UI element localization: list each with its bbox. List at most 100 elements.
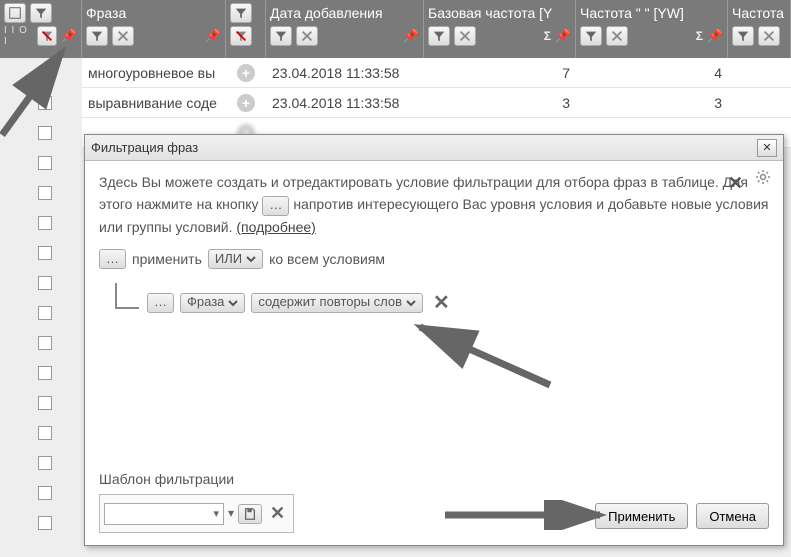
filter-icon[interactable]	[270, 26, 292, 46]
checkbox-row	[0, 238, 82, 268]
cell-add[interactable]: +	[226, 94, 266, 112]
row-checkbox[interactable]	[38, 216, 52, 230]
cell-add[interactable]: +	[226, 64, 266, 82]
checkbox-row	[0, 118, 82, 148]
checkbox-row	[0, 388, 82, 418]
add-condition-button[interactable]: …	[147, 293, 174, 313]
cancel-button[interactable]: Отмена	[696, 503, 769, 529]
col-base-freq[interactable]: Базовая частота [Y Σ 📌	[424, 0, 576, 58]
tree-line	[115, 283, 139, 309]
row-checkbox[interactable]	[38, 486, 52, 500]
row-checkbox[interactable]	[38, 156, 52, 170]
checkbox-row	[0, 58, 82, 88]
filter-icon[interactable]	[580, 26, 602, 46]
checkbox-row	[0, 508, 82, 538]
row-checkbox[interactable]	[38, 66, 52, 80]
apply-button[interactable]: Применить	[595, 503, 688, 529]
clear-filter-icon[interactable]	[454, 26, 476, 46]
row-checkbox[interactable]	[38, 516, 52, 530]
sum-icon[interactable]: Σ	[544, 29, 551, 43]
row-checkbox[interactable]	[38, 126, 52, 140]
row-checkbox[interactable]	[38, 456, 52, 470]
row-checkbox[interactable]	[38, 336, 52, 350]
col-phrase[interactable]: Фраза 📌	[82, 0, 226, 58]
table-row[interactable]: многоуровневое вы+23.04.2018 11:33:5874	[82, 58, 791, 88]
clear-filter-icon[interactable]	[606, 26, 628, 46]
root-condition-row: … применить ИЛИ ко всем условиям	[99, 248, 769, 270]
gear-icon[interactable]	[755, 169, 771, 191]
cell-phrase: выравнивание соде	[82, 95, 226, 111]
pin-icon[interactable]: 📌	[205, 28, 221, 44]
col-date[interactable]: Дата добавления 📌	[266, 0, 424, 58]
close-icon[interactable]: ✕	[728, 169, 743, 198]
apply-word: применить	[132, 248, 202, 270]
col-label: Частота	[732, 5, 784, 21]
pin-icon[interactable]: 📌	[403, 28, 419, 44]
delete-condition-icon[interactable]: ✕	[429, 287, 454, 319]
cell-freq-yw: 3	[576, 95, 728, 111]
cell-base-freq: 3	[424, 95, 576, 111]
filter-icon[interactable]	[428, 26, 450, 46]
plus-icon[interactable]: +	[237, 64, 255, 82]
pin-icon[interactable]: 📌	[555, 28, 571, 44]
grid-header: I I O I 📌 Фраза 📌 Дата добавления 📌	[0, 0, 791, 58]
clear-filter-icon[interactable]	[112, 26, 134, 46]
checkbox-row	[0, 448, 82, 478]
cell-base-freq: 7	[424, 65, 576, 81]
template-label: Шаблон фильтрации	[99, 468, 294, 490]
checkbox-row	[0, 208, 82, 238]
checkbox-row	[0, 328, 82, 358]
cell-date: 23.04.2018 11:33:58	[266, 65, 424, 81]
pin-icon[interactable]: 📌	[61, 28, 77, 44]
row-checkbox[interactable]	[38, 186, 52, 200]
table-row[interactable]: выравнивание соде+23.04.2018 11:33:5833	[82, 88, 791, 118]
save-template-icon[interactable]	[238, 504, 262, 524]
template-select[interactable]	[104, 503, 224, 525]
clear-filter-icon[interactable]	[37, 26, 57, 46]
row-checkbox[interactable]	[38, 306, 52, 320]
template-section: Шаблон фильтрации ▾ ✕	[99, 468, 294, 533]
checkbox-row	[0, 418, 82, 448]
checkbox-row	[0, 268, 82, 298]
cell-phrase: многоуровневое вы	[82, 65, 226, 81]
cell-date: 23.04.2018 11:33:58	[266, 95, 424, 111]
checkbox-row	[0, 178, 82, 208]
add-condition-button[interactable]: …	[99, 249, 126, 269]
clear-filter-icon[interactable]	[758, 26, 780, 46]
ellipsis-button[interactable]: …	[262, 196, 289, 216]
clear-filter-icon[interactable]	[296, 26, 318, 46]
logic-op-select[interactable]: ИЛИ	[208, 249, 263, 269]
chevron-down-icon: ▾	[228, 504, 234, 523]
clear-filter-icon[interactable]	[230, 26, 252, 46]
filter-icon[interactable]	[86, 26, 108, 46]
row-checkbox[interactable]	[38, 426, 52, 440]
row-checkbox[interactable]	[38, 246, 52, 260]
checkbox-row	[0, 358, 82, 388]
col-add	[226, 0, 266, 58]
col-label: Частота " " [YW]	[580, 5, 684, 21]
filter-icon[interactable]	[230, 3, 252, 23]
row-checkbox[interactable]	[38, 396, 52, 410]
col-freq-yw[interactable]: Частота " " [YW] Σ 📌	[576, 0, 728, 58]
col-label: Базовая частота [Y	[428, 5, 552, 21]
more-link[interactable]: (подробнее)	[236, 219, 315, 235]
pin-icon[interactable]: 📌	[707, 28, 723, 44]
dialog-close-button[interactable]: ✕	[757, 139, 777, 157]
row-checkbox[interactable]	[38, 276, 52, 290]
checkbox-strip	[0, 58, 82, 557]
filter-icon[interactable]	[732, 26, 754, 46]
dialog-titlebar: Фильтрация фраз ✕	[85, 135, 783, 161]
plus-icon[interactable]: +	[237, 94, 255, 112]
field-select[interactable]: Фраза	[180, 293, 245, 313]
col-label: Фраза	[86, 5, 126, 21]
sum-icon[interactable]: Σ	[696, 29, 703, 43]
row-checkbox[interactable]	[38, 366, 52, 380]
to-all-text: ко всем условиям	[269, 248, 385, 270]
col-freq-last[interactable]: Частота	[728, 0, 791, 58]
select-all-icon[interactable]	[4, 3, 26, 23]
operator-select[interactable]: содержит повторы слов	[251, 293, 423, 313]
filter-icon[interactable]	[30, 3, 52, 23]
checkbox-row	[0, 148, 82, 178]
delete-template-icon[interactable]: ✕	[266, 499, 289, 528]
row-checkbox[interactable]	[38, 96, 52, 110]
